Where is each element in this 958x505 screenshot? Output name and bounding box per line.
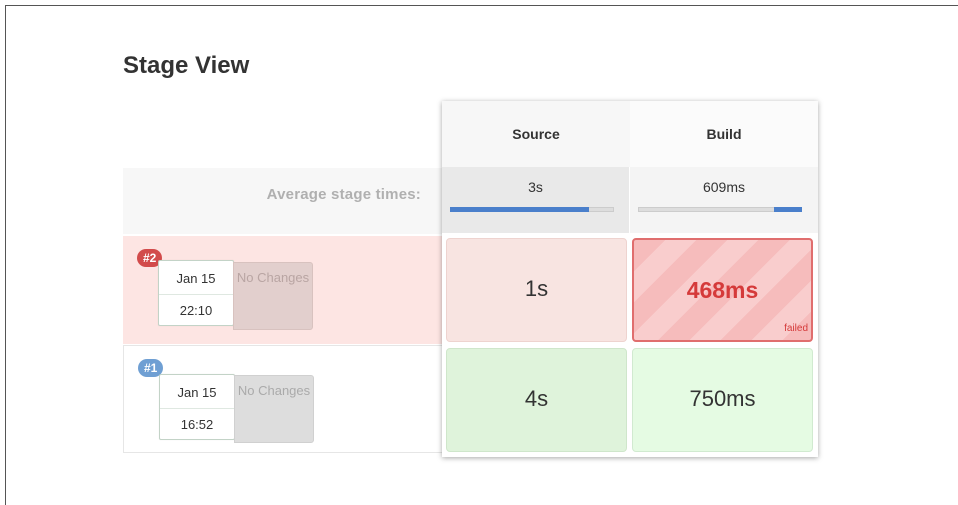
build-time: 22:10 [179,303,213,318]
build-row-2: #2 Jan 15 22:10 No Changes [123,236,443,344]
avg-time-bar-fill [774,207,802,212]
avg-time-source: 3s [442,167,630,233]
build-row-1: #1 Jan 15 16:52 No Changes [123,345,443,453]
average-times-label: Average stage times: [266,186,421,203]
page-title: Stage View [123,52,250,79]
avg-time-value: 609ms [702,179,746,195]
avg-time-value: 3s [528,179,543,195]
stage-cell-run2-build[interactable]: 468ms failed [632,238,813,342]
avg-time-bar-fill [450,207,589,212]
failed-status-tag: failed [784,323,808,334]
avg-time-build: 609ms [630,167,818,233]
build-date: Jan 15 [177,385,217,400]
stage-table: Source Build 3s 609ms 1s 468ms failed 4s… [442,101,818,457]
build-date-box[interactable]: Jan 15 22:10 [158,260,234,326]
build-time: 16:52 [180,417,214,432]
stage-cell-run2-source[interactable]: 1s [446,238,627,342]
stage-header-build: Build [630,101,818,167]
changes-box[interactable]: No Changes [233,262,313,330]
stage-cell-value: 468ms [686,277,759,303]
stage-header-source: Source [442,101,631,167]
date-divider [159,294,233,295]
changes-box[interactable]: No Changes [234,375,314,443]
stage-cell-run1-build[interactable]: 750ms [632,348,813,452]
date-divider [160,408,234,409]
avg-time-bar [450,207,614,212]
stage-cell-run1-source[interactable]: 4s [446,348,627,452]
avg-time-bar [638,207,802,212]
average-times-row: Average stage times: [123,168,443,234]
build-date: Jan 15 [176,271,216,286]
build-date-box[interactable]: Jan 15 16:52 [159,374,235,440]
